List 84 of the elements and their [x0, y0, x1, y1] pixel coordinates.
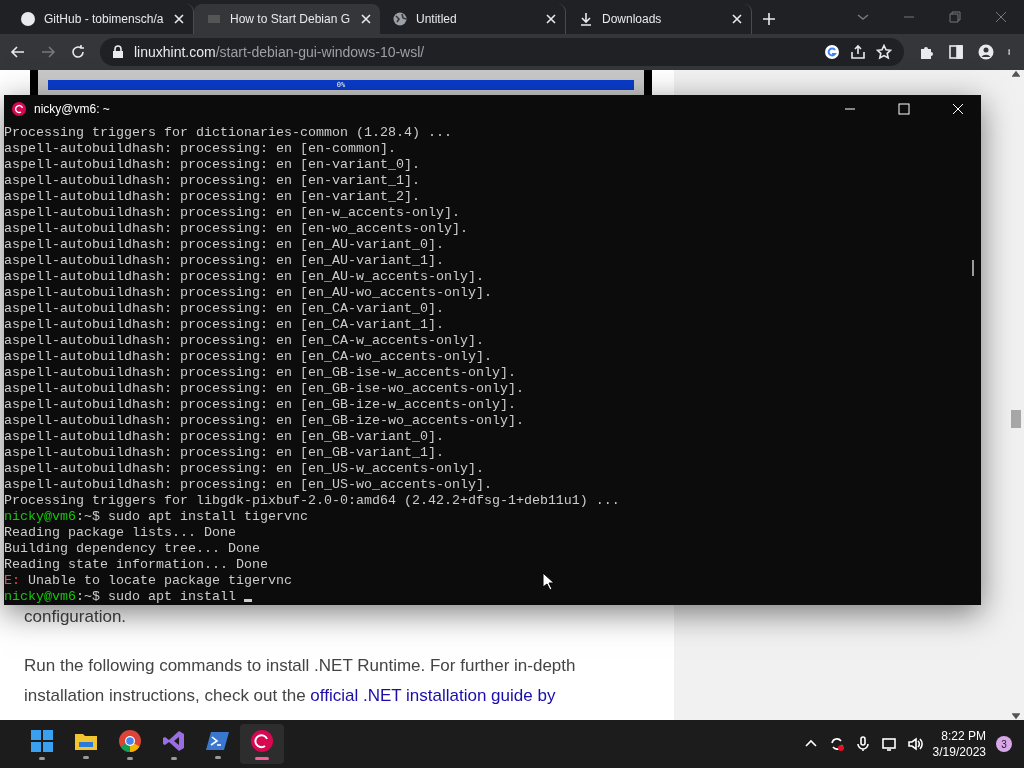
- maximize-icon: [896, 101, 912, 117]
- terminal-line: aspell-autobuildhash: processing: en [en-common].: [4, 141, 396, 157]
- close-tab-button[interactable]: [731, 13, 743, 25]
- terminal-line: aspell-autobuildhash: processing: en [en-variant_1].: [4, 173, 420, 189]
- terminal-line: Processing triggers for dictionaries-common (1.28.4) ...: [4, 125, 452, 141]
- terminal-app-icon: [206, 729, 230, 752]
- terminal-line: aspell-autobuildhash: processing: en [en_AU-w_accents-only].: [4, 269, 484, 285]
- start-icon: [30, 728, 54, 753]
- lock-icon: [112, 45, 124, 59]
- terminal-line: aspell-autobuildhash: processing: en [en-w_accents-only].: [4, 205, 460, 221]
- minimize-icon: [845, 108, 855, 110]
- terminal-line: aspell-autobuildhash: processing: en [en_GB-ize-w_accents-only].: [4, 397, 516, 413]
- terminal-line: aspell-autobuildhash: processing: en [en_CA-variant_0].: [4, 301, 444, 317]
- chrome-icon: [118, 728, 142, 753]
- terminal-line: aspell-autobuildhash: processing: en [en_CA-variant_1].: [4, 317, 444, 333]
- minimize-icon: [904, 16, 914, 18]
- terminal-line: aspell-autobuildhash: processing: en [en_GB-variant_1].: [4, 445, 444, 461]
- terminal-line: Processing triggers for libgdk-pixbuf-2.0-0:amd64 (2.42.2+dfsg-1+deb11u1) ...: [4, 493, 620, 509]
- browser-tab[interactable]: How to Start Debian G: [194, 4, 380, 34]
- close-icon: [173, 13, 185, 25]
- terminal-line: aspell-autobuildhash: processing: en [en_CA-w_accents-only].: [4, 333, 484, 349]
- reload-button[interactable]: [70, 44, 86, 60]
- guide-link[interactable]: official .NET installation guide by: [310, 686, 556, 705]
- taskbar-app[interactable]: [240, 724, 284, 764]
- close-icon: [950, 101, 966, 117]
- address-bar[interactable]: linuxhint.com/start-debian-gui-windows-10-wsl/: [100, 38, 904, 66]
- terminal-line: Reading package lists... Done: [4, 525, 236, 541]
- terminal-line: aspell-autobuildhash: processing: en [en_AU-variant_0].: [4, 237, 444, 253]
- forward-button[interactable]: [40, 44, 56, 60]
- debian-icon: [12, 102, 26, 116]
- microphone-icon: [854, 736, 871, 752]
- debian-icon: [250, 728, 274, 753]
- star-icon: [876, 44, 892, 60]
- terminal-line: aspell-autobuildhash: processing: en [en_US-wo_accents-only].: [4, 477, 492, 493]
- visual-studio-icon: [162, 728, 186, 753]
- close-tab-button[interactable]: [360, 13, 372, 25]
- puzzle-icon: [918, 44, 934, 60]
- paragraph-text: configuration.: [24, 607, 128, 627]
- terminal-error-line: E: Unable to locate package tigervnc: [4, 573, 292, 589]
- profile-icon: [978, 44, 994, 60]
- back-arrow-icon: [10, 44, 26, 60]
- close-icon: [360, 13, 372, 25]
- close-tab-button[interactable]: [173, 13, 185, 25]
- paragraph-text: Run the following commands to install .NET Runtime. For further in-depth installation instructions, check out the official .NET installation guide by: [24, 655, 577, 707]
- close-tab-button[interactable]: [545, 13, 557, 25]
- terminal-line: aspell-autobuildhash: processing: en [en_US-w_accents-only].: [4, 461, 484, 477]
- scroll-thumb[interactable]: [972, 260, 974, 276]
- terminal-line: Reading state information... Done: [4, 557, 268, 573]
- restore-icon: [947, 9, 963, 25]
- back-button[interactable]: [10, 44, 26, 60]
- terminal-line: aspell-autobuildhash: processing: en [en_GB-ize-wo_accents-only].: [4, 413, 524, 429]
- page-scrollbar[interactable]: [1008, 70, 1024, 720]
- close-icon: [731, 13, 743, 25]
- terminal-line: aspell-autobuildhash: processing: en [en_CA-wo_accents-only].: [4, 349, 492, 365]
- terminal-line: aspell-autobuildhash: processing: en [en-variant_0].: [4, 157, 420, 173]
- terminal-line: aspell-autobuildhash: processing: en [en_AU-variant_1].: [4, 253, 444, 269]
- close-icon: [545, 13, 557, 25]
- clock[interactable]: 8:22 PM 3/19/2023: [932, 728, 986, 760]
- plus-icon: [761, 11, 777, 27]
- forward-arrow-icon: [40, 44, 56, 60]
- notification-badge[interactable]: 3: [996, 736, 1012, 752]
- terminal-line: aspell-autobuildhash: processing: en [en_GB-variant_0].: [4, 429, 444, 445]
- speaker-icon: [906, 736, 923, 752]
- side-panel-icon: [948, 44, 964, 60]
- sync-icon: [828, 736, 845, 752]
- terminal-line: aspell-autobuildhash: processing: en [en_GB-ise-w_accents-only].: [4, 365, 516, 381]
- terminal-line: Building dependency tree... Done: [4, 541, 260, 557]
- share-icon: [850, 44, 866, 60]
- mouse-pointer-icon: [542, 572, 554, 590]
- terminal-prompt-line: nicky@vm6:~$ sudo apt install tigervnc: [4, 509, 308, 525]
- download-icon: [578, 11, 594, 27]
- terminal-line: aspell-autobuildhash: processing: en [en-variant_2].: [4, 189, 420, 205]
- terminal-line: aspell-autobuildhash: processing: en [en_AU-wo_accents-only].: [4, 285, 492, 301]
- terminal-line: aspell-autobuildhash: processing: en [en_GB-ise-wo_accents-only].: [4, 381, 524, 397]
- url-text: linuxhint.com/start-debian-gui-windows-10-wsl/: [134, 44, 426, 60]
- terminal-line: aspell-autobuildhash: processing: en [en-wo_accents-only].: [4, 221, 468, 237]
- network-icon: [880, 736, 897, 752]
- window-title: nicky@vm6: ~: [34, 102, 111, 116]
- globe-icon: [392, 11, 408, 27]
- terminal-prompt-line: nicky@vm6:~$ sudo apt install: [4, 589, 252, 605]
- reload-icon: [70, 44, 86, 60]
- scroll-thumb[interactable]: [1011, 410, 1021, 428]
- close-icon: [993, 9, 1009, 25]
- google-lens-icon: [824, 44, 840, 60]
